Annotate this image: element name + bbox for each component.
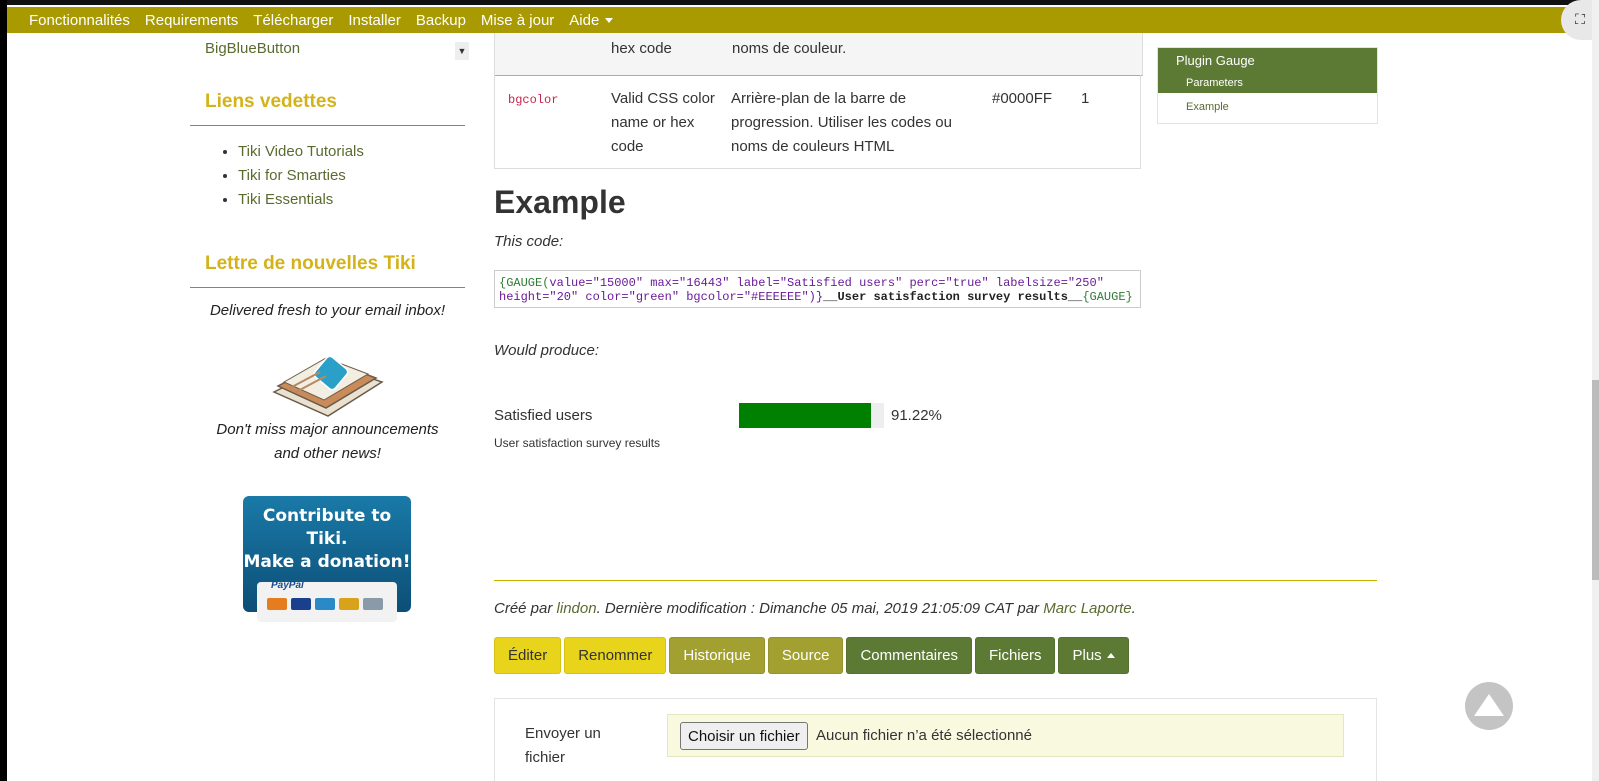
paypal-label: PayPal [271, 580, 304, 591]
would-produce-label: Would produce: [494, 342, 600, 359]
more-button[interactable]: Plus [1058, 637, 1129, 674]
window-left-edge [0, 0, 7, 781]
nav-fonctionnalites[interactable]: Fonctionnalités [29, 12, 130, 29]
page-meta: Créé par lindon. Dernière modification :… [494, 600, 1136, 617]
code-keyword: {GAUGE} [1082, 290, 1133, 304]
source-button[interactable]: Source [767, 637, 844, 674]
code-block: {GAUGE(value="15000" max="16443" label="… [494, 270, 1141, 308]
code-body: __User satisfaction survey results__ [823, 290, 1083, 304]
modified-by-link[interactable]: Marc Laporte [1043, 600, 1131, 617]
card-icon [363, 598, 383, 610]
gauge-caption: User satisfaction survey results [494, 436, 661, 450]
nav-aide[interactable]: Aide [569, 11, 614, 29]
code-line-1: {GAUGE(value="15000" max="16443" label="… [499, 276, 1136, 290]
code-params: height="20" color="green" bgcolor="#EEEE… [499, 290, 824, 304]
gauge-fill [739, 403, 872, 428]
newsletter-heading: Lettre de nouvelles Tiki [190, 253, 465, 288]
table-of-contents: Plugin Gauge Parameters Example [1157, 47, 1378, 124]
this-code-label: This code: [494, 233, 564, 250]
param-type: Valid CSS color name or hex code [611, 90, 715, 155]
param-default: #0000FF [992, 90, 1053, 107]
upload-label: Envoyer un fichier [525, 725, 601, 766]
heading-rule [190, 287, 465, 288]
example-heading: Example [494, 184, 626, 220]
content-divider [494, 580, 1377, 581]
gauge-track [739, 403, 884, 428]
comments-button[interactable]: Commentaires [846, 637, 972, 674]
sidebar-item-bigbluebutton[interactable]: BigBlueButton ▼ [205, 40, 469, 62]
credit-cards-icon [267, 598, 383, 610]
files-button[interactable]: Fichiers [974, 637, 1056, 674]
param-description: noms de couleur. [732, 40, 847, 57]
nav-aide-label: Aide [569, 11, 600, 29]
heading-rule [190, 125, 465, 126]
code-line-2: height="20" color="green" bgcolor="#EEEE… [499, 290, 1136, 304]
featured-links-list: Tiki Video Tutorials Tiki for Smarties T… [220, 140, 364, 212]
card-icon [315, 598, 335, 610]
more-label: Plus [1072, 647, 1102, 664]
history-button[interactable]: Historique [669, 637, 765, 674]
table-row-partial: hex code noms de couleur. [494, 33, 1143, 76]
donate-line-1: Contribute to Tiki. [262, 506, 392, 549]
sidebar-item-label: BigBlueButton [205, 40, 301, 57]
nav-mise-a-jour[interactable]: Mise à jour [481, 12, 554, 29]
choose-file-button[interactable]: Choisir un fichier [680, 722, 808, 750]
featured-link[interactable]: Tiki Essentials [238, 188, 364, 212]
newsletter-outro: Don't miss major announcements and other… [216, 421, 439, 462]
window-top-edge [0, 0, 1599, 5]
scrollbar-thumb[interactable] [1592, 380, 1599, 580]
newspaper-icon [272, 355, 384, 417]
chevron-up-icon [1106, 653, 1115, 658]
donate-line-2: Make a donation! [243, 552, 411, 572]
edit-button[interactable]: Éditer [494, 637, 562, 674]
dropdown-arrow-icon[interactable]: ▼ [455, 42, 469, 60]
param-name: bgcolor [508, 93, 559, 107]
card-icon [291, 598, 311, 610]
card-icon [339, 598, 359, 610]
nav-installer[interactable]: Installer [348, 12, 401, 29]
chevron-down-icon [605, 18, 614, 24]
code-keyword: {GAUGE( [499, 276, 550, 290]
featured-links-heading: Liens vedettes [190, 91, 465, 126]
no-file-text: Aucun fichier n’a été sélectionné [816, 727, 1032, 744]
gauge-percent: 91.22% [891, 407, 942, 424]
param-type: hex code [611, 40, 672, 57]
nav-requirements[interactable]: Requirements [145, 12, 238, 29]
featured-links-heading-text: Liens vedettes [205, 91, 337, 112]
created-by-link[interactable]: lindon [557, 600, 597, 617]
gauge-label: Satisfied users [494, 407, 593, 424]
featured-link[interactable]: Tiki for Smarties [238, 164, 364, 188]
meta-end: . [1131, 600, 1136, 617]
page-actions: Éditer Renommer Historique Source Commen… [494, 637, 1129, 674]
newsletter-heading-text: Lettre de nouvelles Tiki [205, 253, 416, 274]
modified-text: . Dernière modification : Dimanche 05 ma… [596, 600, 1040, 617]
nav-telecharger[interactable]: Télécharger [253, 12, 333, 29]
arrow-up-icon [1474, 694, 1504, 716]
paypal-badge: PayPal [257, 580, 397, 622]
code-params: value="15000" max="16443" label="Satisfi… [549, 276, 1104, 290]
nav-backup[interactable]: Backup [416, 12, 466, 29]
newsletter-intro: Delivered fresh to your email inbox! [209, 302, 446, 319]
featured-link[interactable]: Tiki Video Tutorials [238, 140, 364, 164]
created-by-prefix: Créé par [494, 600, 553, 617]
rename-button[interactable]: Renommer [564, 637, 667, 674]
param-since: 1 [1081, 90, 1090, 107]
param-description: Arrière-plan de la barre de progression.… [731, 90, 952, 155]
fullscreen-icon: ⛶ [1575, 12, 1585, 28]
top-navigation: Fonctionnalités Requirements Télécharger… [7, 7, 1592, 33]
toc-item-parameters[interactable]: Parameters [1186, 77, 1243, 89]
toc-item-example[interactable]: Example [1186, 101, 1229, 113]
toc-title[interactable]: Plugin Gauge [1176, 53, 1255, 68]
donate-banner[interactable]: Contribute to Tiki. Make a donation! Pay… [243, 496, 411, 622]
back-to-top-button[interactable] [1465, 682, 1513, 730]
card-icon [267, 598, 287, 610]
